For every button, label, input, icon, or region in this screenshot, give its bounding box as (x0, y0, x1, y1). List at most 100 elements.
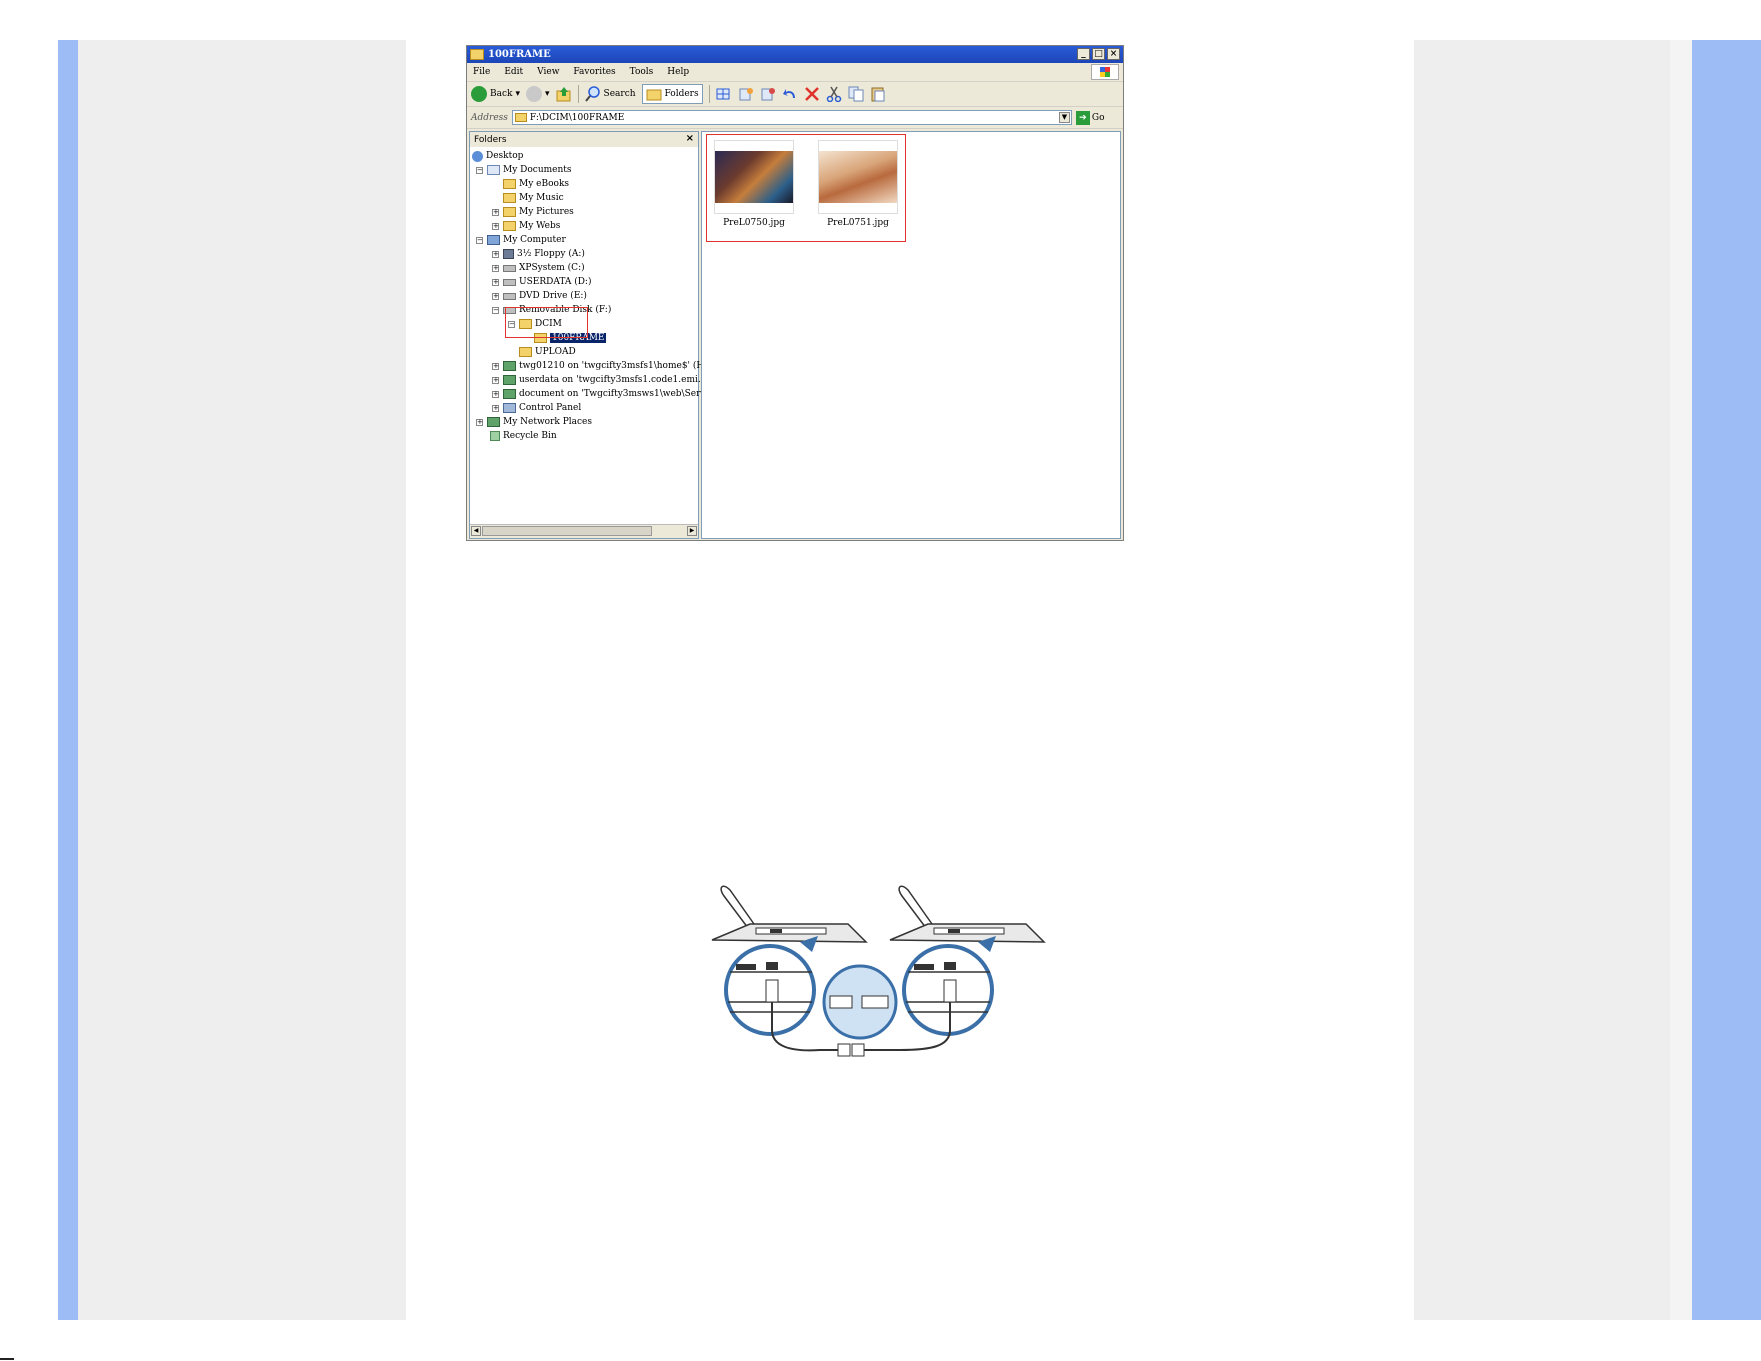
tree-item-control-panel[interactable]: + Control Panel (492, 401, 581, 415)
tree-item-network-drive-document[interactable]: + document on 'Twgcifty3msws1\web\Servic… (492, 387, 728, 401)
menu-file[interactable]: File (473, 67, 490, 77)
usb-plug (837, 1043, 851, 1057)
scroll-right-icon[interactable]: ▶ (687, 526, 697, 536)
menu-view[interactable]: View (537, 67, 559, 77)
tree-item-my-ebooks[interactable]: My eBooks (503, 177, 569, 191)
tree-item-dvd-drive[interactable]: + DVD Drive (E:) (492, 289, 587, 303)
tree-item-label: My Webs (519, 221, 561, 231)
views-icon[interactable] (716, 86, 732, 102)
tree-item-network-drive-userdata[interactable]: + userdata on 'twgcifty3msfs1.code1.emi.… (492, 373, 731, 387)
expand-icon[interactable]: + (492, 292, 499, 300)
scroll-left-icon[interactable]: ◀ (471, 526, 481, 536)
folder-icon (503, 221, 516, 231)
tree-item-my-network-places[interactable]: + My Network Places (476, 415, 592, 429)
file-name: PreL0751.jpg (827, 218, 889, 228)
documents-icon (487, 165, 500, 175)
recycle-bin-icon (490, 431, 500, 441)
expand-icon[interactable]: + (492, 376, 499, 384)
right-light-strip (1670, 40, 1692, 1320)
move-to-icon[interactable] (738, 86, 754, 102)
menu-tools[interactable]: Tools (630, 67, 654, 77)
close-icon[interactable]: × (686, 133, 694, 144)
tree-item-label: DVD Drive (E:) (519, 291, 587, 301)
usb-socket (851, 1043, 865, 1057)
up-folder-icon[interactable] (556, 86, 572, 102)
menu-edit[interactable]: Edit (504, 67, 523, 77)
photo-thumbnail (715, 151, 793, 203)
expand-icon[interactable]: + (476, 418, 483, 426)
address-dropdown-icon[interactable]: ▼ (1058, 112, 1070, 123)
left-blue-band (58, 40, 78, 1320)
copy-icon[interactable] (848, 86, 864, 102)
scrollbar-thumb[interactable] (482, 526, 652, 536)
go-button[interactable]: ➔ Go (1075, 110, 1105, 125)
go-label: Go (1091, 112, 1105, 123)
network-drive-icon (503, 361, 516, 371)
network-drive-icon (503, 375, 516, 385)
expand-icon[interactable]: + (492, 222, 499, 230)
thumbnail-frame (818, 140, 898, 214)
expand-icon[interactable]: + (492, 278, 499, 286)
address-input[interactable]: F:\DCIM\100FRAME ▼ (511, 110, 1072, 125)
forward-button[interactable]: ▾ (526, 86, 550, 102)
tree-item-my-webs[interactable]: + My Webs (492, 219, 560, 233)
tree-item-upload[interactable]: UPLOAD (519, 345, 576, 359)
forward-arrow-icon (526, 86, 543, 102)
computer-icon (487, 235, 500, 245)
back-arrow-icon (471, 86, 487, 102)
tree-item-my-documents[interactable]: − My Documents (476, 163, 572, 177)
search-button[interactable]: Search (584, 86, 636, 102)
folders-pane: Folders × Desktop − My Documents My eBoo… (469, 131, 731, 539)
paste-icon[interactable] (870, 86, 886, 102)
copy-to-icon[interactable] (760, 86, 776, 102)
photo-frame-right (889, 885, 1046, 943)
tree-item-network-drive-h[interactable]: + twg01210 on 'twgcifty3msfs1\home$' (H:… (492, 359, 711, 373)
right-gray-column (1414, 40, 1670, 1320)
collapse-icon[interactable]: − (476, 236, 483, 244)
folders-label: Folders (664, 89, 699, 99)
cut-icon[interactable] (826, 86, 842, 102)
expand-icon[interactable]: + (492, 250, 499, 258)
menu-help[interactable]: Help (667, 67, 689, 77)
title-bar: 100FRAME _ □ × (467, 46, 1123, 63)
folders-pane-header: Folders × (470, 132, 698, 147)
back-button[interactable]: Back ▾ (471, 86, 520, 102)
minimize-button[interactable]: _ (1077, 48, 1090, 60)
expand-icon[interactable]: + (492, 208, 499, 216)
thumbnail-frame (714, 140, 794, 214)
tree-item-label: My Computer (503, 235, 566, 245)
folders-button[interactable]: Folders (641, 84, 703, 104)
expand-icon[interactable]: + (492, 362, 499, 370)
maximize-button[interactable]: □ (1092, 48, 1105, 60)
horizontal-scrollbar[interactable]: ◀ ▶ (470, 524, 698, 538)
tree-item-recycle-bin[interactable]: Recycle Bin (490, 429, 557, 443)
tree-item-my-computer[interactable]: − My Computer (476, 233, 566, 247)
tree-item-userdata[interactable]: + USERDATA (D:) (492, 275, 591, 289)
tree-item-my-pictures[interactable]: + My Pictures (492, 205, 574, 219)
expand-icon[interactable]: + (492, 264, 499, 272)
expand-icon[interactable]: + (492, 390, 499, 398)
collapse-icon[interactable]: − (476, 166, 483, 174)
undo-icon[interactable] (782, 86, 798, 102)
tree-item-xpsystem[interactable]: + XPSystem (C:) (492, 261, 585, 275)
control-panel-icon (503, 403, 516, 413)
delete-icon[interactable] (804, 86, 820, 102)
menu-bar: File Edit View Favorites Tools Help (467, 63, 1123, 82)
close-button[interactable]: × (1107, 48, 1120, 60)
tree-item-label: My Network Places (503, 417, 593, 427)
file-thumbnail[interactable]: PreL0751.jpg (818, 140, 898, 236)
collapse-icon[interactable]: − (492, 306, 499, 314)
folder-icon (503, 179, 516, 189)
tree-item-label: document on 'Twgcifty3msws1\web\Service'… (519, 389, 728, 399)
file-thumbnail[interactable]: PreL0750.jpg (714, 140, 794, 236)
explorer-window: 100FRAME _ □ × File Edit View Favorites … (466, 45, 1124, 541)
expand-icon[interactable]: + (492, 404, 499, 412)
drive-icon (503, 264, 516, 272)
tree-item-my-music[interactable]: My Music (503, 191, 564, 205)
tree-item-floppy[interactable]: + 3½ Floppy (A:) (492, 247, 585, 261)
connector-zoom (822, 964, 898, 1040)
folder-icon (514, 113, 527, 122)
tree-item-desktop[interactable]: Desktop (472, 149, 523, 163)
menu-favorites[interactable]: Favorites (573, 67, 615, 77)
tree-item-label: USERDATA (D:) (519, 277, 592, 287)
